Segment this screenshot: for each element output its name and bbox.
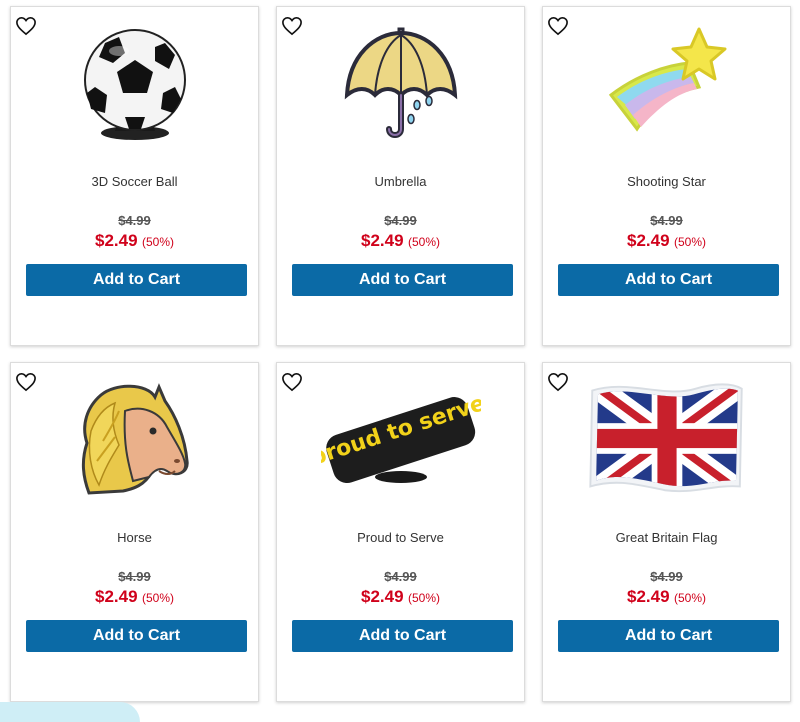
heart-icon[interactable] (15, 372, 37, 392)
product-card[interactable]: Great Britain Flag $4.99 $2.49 (50%) Add… (542, 362, 791, 702)
sale-price: $2.49 (94, 587, 138, 606)
add-to-cart-button[interactable]: Add to Cart (26, 620, 247, 652)
discount-percent: (50%) (407, 591, 440, 605)
shooting-star-icon[interactable] (607, 25, 727, 140)
discount-percent: (50%) (673, 591, 706, 605)
original-price: $4.99 (384, 213, 417, 228)
add-to-cart-button[interactable]: Add to Cart (292, 620, 513, 652)
sale-price: $2.49 (626, 587, 670, 606)
sale-price-line: $2.49 (50%) (543, 587, 790, 607)
add-to-cart-button[interactable]: Add to Cart (558, 620, 779, 652)
sale-price: $2.49 (360, 231, 404, 250)
original-price: $4.99 (650, 213, 683, 228)
product-card[interactable]: Shooting Star $4.99 $2.49 (50%) Add to C… (542, 6, 791, 346)
product-card[interactable]: 3D Soccer Ball $4.99 $2.49 (50%) Add to … (10, 6, 259, 346)
product-name[interactable]: Great Britain Flag (543, 530, 790, 545)
sale-price: $2.49 (94, 231, 138, 250)
product-name[interactable]: Horse (11, 530, 258, 545)
horse-icon[interactable] (75, 381, 195, 496)
product-name[interactable]: Umbrella (277, 174, 524, 189)
original-price: $4.99 (118, 569, 151, 584)
product-grid: 3D Soccer Ball $4.99 $2.49 (50%) Add to … (0, 0, 800, 709)
discount-percent: (50%) (141, 235, 174, 249)
sale-price-line: $2.49 (50%) (11, 587, 258, 607)
add-to-cart-button[interactable]: Add to Cart (292, 264, 513, 296)
sale-price-line: $2.49 (50%) (277, 231, 524, 251)
discount-percent: (50%) (141, 591, 174, 605)
product-name[interactable]: Shooting Star (543, 174, 790, 189)
product-card[interactable]: Horse $4.99 $2.49 (50%) Add to Cart (10, 362, 259, 702)
original-price: $4.99 (118, 213, 151, 228)
product-card[interactable]: proud to serve Proud to Serve $4.99 $2.4… (276, 362, 525, 702)
heart-icon[interactable] (15, 16, 37, 36)
discount-percent: (50%) (407, 235, 440, 249)
heart-icon[interactable] (547, 16, 569, 36)
sale-price-line: $2.49 (50%) (11, 231, 258, 251)
product-name[interactable]: Proud to Serve (277, 530, 524, 545)
product-card[interactable]: Umbrella $4.99 $2.49 (50%) Add to Cart (276, 6, 525, 346)
heart-icon[interactable] (547, 372, 569, 392)
umbrella-icon[interactable] (341, 25, 461, 140)
proud-to-serve-icon[interactable]: proud to serve (321, 381, 481, 496)
soccer-ball-icon[interactable] (75, 25, 195, 140)
original-price: $4.99 (384, 569, 417, 584)
product-name[interactable]: 3D Soccer Ball (11, 174, 258, 189)
sale-price-line: $2.49 (50%) (277, 587, 524, 607)
original-price: $4.99 (650, 569, 683, 584)
sale-price: $2.49 (626, 231, 670, 250)
sale-price: $2.49 (360, 587, 404, 606)
chat-widget-edge[interactable] (0, 702, 140, 722)
great-britain-flag-icon[interactable] (585, 381, 749, 496)
heart-icon[interactable] (281, 372, 303, 392)
add-to-cart-button[interactable]: Add to Cart (558, 264, 779, 296)
heart-icon[interactable] (281, 16, 303, 36)
add-to-cart-button[interactable]: Add to Cart (26, 264, 247, 296)
sale-price-line: $2.49 (50%) (543, 231, 790, 251)
discount-percent: (50%) (673, 235, 706, 249)
